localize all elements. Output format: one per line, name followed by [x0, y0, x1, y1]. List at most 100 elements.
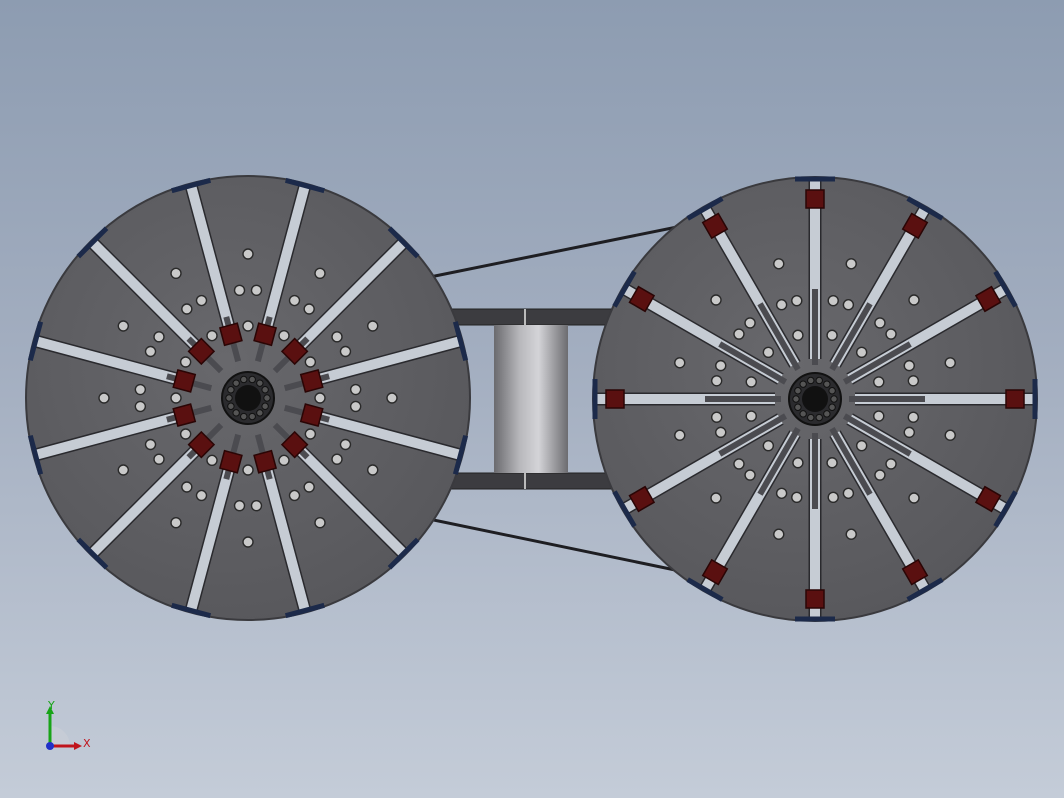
hub-bearing-ball	[256, 409, 264, 417]
mounting-hole	[134, 383, 147, 396]
mounting-hole	[744, 469, 756, 481]
clamp-block	[299, 403, 324, 428]
mounting-hole	[288, 489, 301, 502]
mounting-hole	[791, 294, 803, 307]
mounting-hole	[827, 491, 839, 504]
mounting-hole	[181, 481, 193, 493]
coordinate-triad: Y X	[46, 700, 91, 750]
mounting-hole	[715, 426, 727, 439]
hub-bore	[802, 386, 828, 412]
hub-bearing-ball	[256, 379, 264, 387]
mounting-hole	[873, 410, 885, 422]
hub-bearing-ball	[261, 386, 269, 394]
mounting-hole	[762, 439, 775, 452]
mounting-hole	[715, 359, 727, 372]
mounting-hole	[331, 453, 343, 465]
mounting-hole	[170, 392, 182, 404]
mounting-hole	[144, 345, 157, 358]
mounting-hole	[674, 429, 686, 441]
mounting-hole	[710, 411, 723, 423]
mounting-hole	[367, 464, 379, 476]
mounting-hole	[170, 267, 182, 279]
hub-bearing-ball	[799, 380, 807, 388]
mounting-hole	[303, 303, 315, 315]
mounting-hole	[304, 356, 317, 368]
model-viewport[interactable]	[0, 0, 1064, 798]
mounting-hole	[153, 331, 165, 343]
hub-bore	[235, 385, 261, 411]
clamp-block	[299, 368, 324, 393]
hub-bearing-ball	[248, 375, 256, 384]
mounting-hole	[773, 258, 785, 270]
mounting-hole	[762, 346, 775, 359]
mounting-hole	[674, 357, 686, 369]
mounting-hole	[195, 489, 208, 502]
mounting-hole	[775, 487, 788, 499]
clamp-block	[1005, 389, 1025, 409]
center-drum	[494, 325, 568, 473]
mounting-hole	[153, 453, 165, 465]
mounting-hole	[903, 359, 915, 372]
mounting-hole	[845, 528, 857, 540]
clamp-block	[172, 368, 197, 393]
mounting-hole	[331, 331, 343, 343]
hub-bearing-ball	[225, 394, 233, 402]
hub-bearing-ball	[232, 409, 240, 417]
mounting-hole	[314, 517, 326, 529]
mounting-hole	[733, 458, 745, 470]
mounting-hole	[826, 457, 838, 469]
left-wheel[interactable]	[25, 175, 471, 621]
mounting-hole	[855, 439, 868, 452]
hub-bearing-ball	[263, 394, 271, 402]
clamp-block	[172, 403, 197, 428]
right-wheel[interactable]	[592, 176, 1038, 622]
clamp-block	[605, 389, 625, 409]
z-axis-dot	[46, 742, 54, 750]
mounting-hole	[907, 411, 920, 423]
hub-bearing-ball	[794, 403, 802, 411]
mounting-hole	[944, 357, 956, 369]
mounting-hole	[775, 299, 788, 311]
triad-quarter-disc	[50, 726, 70, 746]
frame-bottom-bar	[447, 472, 617, 490]
mounting-hole	[792, 457, 804, 469]
mounting-hole	[339, 438, 352, 451]
mounting-hole	[908, 492, 920, 504]
mounting-hole	[303, 481, 315, 493]
clamp-block	[805, 589, 825, 609]
mounting-hole	[134, 400, 147, 413]
mounting-hole	[710, 375, 723, 387]
hub-bearing-ball	[828, 387, 836, 395]
mounting-hole	[314, 267, 326, 279]
hub-bearing-ball	[227, 402, 235, 410]
mounting-hole	[278, 329, 290, 342]
clamp-block	[218, 322, 243, 347]
mounting-hole	[304, 428, 317, 440]
mounting-hole	[873, 376, 885, 388]
hub-bearing-ball	[232, 379, 240, 387]
mounting-hole	[710, 492, 722, 504]
mounting-hole	[745, 410, 757, 422]
mounting-hole	[885, 458, 897, 470]
x-axis-label: X	[83, 737, 91, 750]
mounting-hole	[907, 375, 920, 387]
mounting-hole	[242, 320, 254, 332]
mounting-hole	[179, 428, 192, 440]
clamp-block	[805, 189, 825, 209]
mounting-hole	[144, 438, 157, 451]
mounting-hole	[733, 328, 745, 340]
hub-bearing-ball	[794, 387, 802, 395]
mounting-hole	[170, 517, 182, 529]
mounting-hole	[179, 356, 192, 368]
mounting-hole	[744, 317, 756, 329]
mounting-hole	[827, 294, 839, 307]
mounting-hole	[845, 258, 857, 270]
center-frame	[447, 308, 617, 490]
mounting-hole	[885, 328, 897, 340]
mounting-hole	[278, 454, 290, 467]
mounting-hole	[792, 329, 804, 341]
mounting-hole	[242, 464, 254, 476]
mounting-hole	[339, 345, 352, 358]
clamp-block	[218, 449, 243, 474]
mounting-hole	[773, 528, 785, 540]
